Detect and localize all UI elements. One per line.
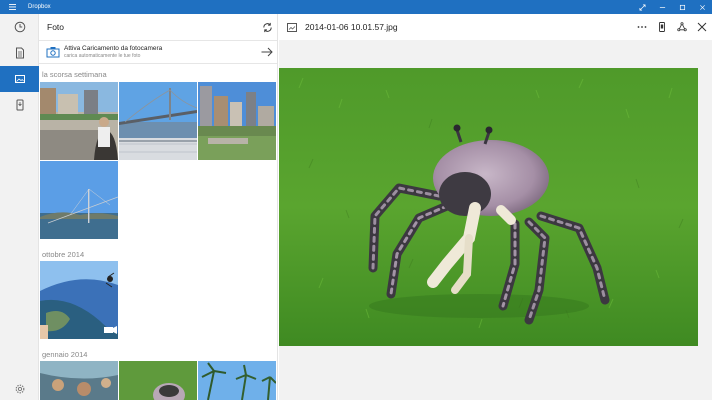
- files-icon: [15, 47, 24, 59]
- navigation-rail: [0, 14, 39, 400]
- more-options-button[interactable]: [632, 14, 652, 40]
- nav-settings[interactable]: [0, 376, 39, 400]
- arrow-right-icon[interactable]: [256, 47, 277, 57]
- fullscreen-icon[interactable]: [632, 0, 652, 14]
- title-bar: Dropbox: [0, 0, 712, 14]
- nav-photos[interactable]: [0, 66, 39, 92]
- photo-thumbnail[interactable]: [119, 82, 197, 160]
- upload-banner-title: Attiva Caricamento da fotocamera: [64, 44, 163, 52]
- upload-banner-subtitle: carica automaticamente le tue foto: [64, 52, 141, 59]
- photo-thumbnail[interactable]: [40, 82, 118, 160]
- share-icon: [677, 22, 687, 32]
- close-viewer-button[interactable]: [692, 14, 712, 40]
- section-label-january-2014: gennaio 2014: [42, 350, 88, 359]
- share-button[interactable]: [672, 14, 692, 40]
- gear-icon: [15, 384, 24, 394]
- photo-thumbnail[interactable]: [40, 261, 118, 339]
- camera-upload-banner[interactable]: Attiva Caricamento da fotocamera carica …: [39, 40, 277, 64]
- offline-device-icon: [659, 22, 665, 32]
- sync-button[interactable]: [256, 14, 277, 40]
- page-title: Foto: [47, 22, 65, 32]
- photo-thumbnail[interactable]: [119, 361, 197, 400]
- dropbox-app: Dropbox Foto Attiva Caricamento da fotoc…: [0, 0, 712, 400]
- viewer-header: 2014-01-06 10.01.57.jpg: [279, 14, 712, 40]
- section-label-last-week: la scorsa settimana: [42, 70, 107, 79]
- sync-icon: [262, 22, 272, 32]
- photos-header: Foto: [39, 14, 277, 40]
- photo-thumbnail[interactable]: [40, 361, 118, 400]
- minimize-button[interactable]: [652, 0, 672, 14]
- make-available-offline-button[interactable]: [652, 14, 672, 40]
- hamburger-menu-icon[interactable]: [0, 0, 24, 14]
- photo-viewer: 2014-01-06 10.01.57.jpg: [279, 14, 712, 400]
- more-icon: [637, 26, 647, 28]
- close-icon: [697, 22, 707, 32]
- nav-files[interactable]: [0, 40, 39, 66]
- photos-pane: Foto Attiva Caricamento da fotocamera ca…: [39, 14, 278, 400]
- recent-icon: [14, 21, 25, 33]
- section-label-october-2014: ottobre 2014: [42, 250, 85, 259]
- maximize-button[interactable]: [672, 0, 692, 14]
- app-title: Dropbox: [28, 4, 51, 10]
- photo-thumbnail[interactable]: [198, 361, 276, 400]
- offline-icon: [16, 99, 23, 111]
- photos-icon: [14, 75, 25, 83]
- camera-icon: [42, 46, 64, 58]
- file-name: 2014-01-06 10.01.57.jpg: [305, 22, 398, 32]
- close-window-button[interactable]: [692, 0, 712, 14]
- photo-preview: [279, 68, 698, 346]
- crab-photo: [279, 68, 698, 346]
- nav-offline[interactable]: [0, 92, 39, 118]
- photo-thumbnail[interactable]: [198, 82, 276, 160]
- photo-thumbnail[interactable]: [40, 161, 118, 239]
- nav-recent[interactable]: [0, 14, 39, 40]
- image-file-icon: [279, 22, 305, 32]
